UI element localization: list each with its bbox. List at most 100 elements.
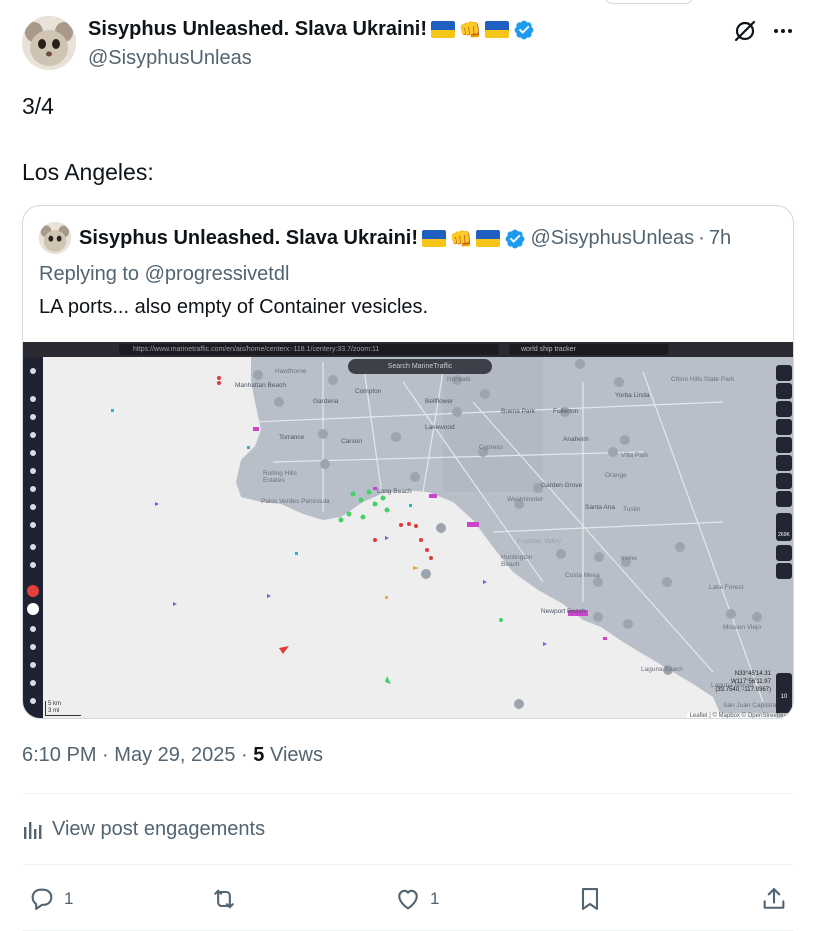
action-bar: 1 1 [22, 882, 794, 916]
post-text-line1: 3/4 [22, 93, 54, 119]
map-control-button [776, 383, 792, 399]
place-label: Newport Beach [541, 608, 586, 615]
more-options-icon[interactable] [770, 18, 796, 44]
meta-separator: · [241, 744, 248, 766]
place-label: Palos Verdes Peninsula [261, 498, 330, 505]
place-label: Westminster [507, 496, 543, 503]
grok-icon[interactable] [732, 18, 758, 44]
author-name[interactable]: Sisyphus Unleashed. Slava Ukraini! [88, 18, 427, 41]
place-label: Cypress [479, 444, 503, 451]
map-control-button [776, 401, 792, 417]
verified-badge-icon [506, 229, 525, 248]
views-label: Views [269, 744, 323, 766]
like-count: 1 [430, 889, 440, 908]
place-label: Santa Ana [585, 504, 615, 511]
top-pill [604, 0, 694, 4]
place-label: Gardena [313, 398, 339, 405]
map-attribution: Leaflet | © Mapbox © OpenStreetMap [686, 713, 793, 718]
coords-lat: N33°45'14.31 [734, 671, 771, 677]
meta-separator: · [102, 744, 109, 766]
place-label: Buena Park [501, 408, 535, 415]
map-control-button [776, 437, 792, 453]
scale-mi: 3 mi [48, 708, 60, 714]
author-handle[interactable]: @SisyphusUnleas [88, 47, 252, 70]
place-label: Long Beach [377, 488, 412, 495]
place-label: Compton [355, 388, 382, 395]
place-label: Bellflower [425, 398, 454, 405]
place-label: Norwalk [447, 376, 471, 383]
map-coordinates: N33°45'14.31 W117°56'11.97 (33.7540, -11… [715, 670, 771, 694]
quote-author-name: Sisyphus Unleashed. Slava Ukraini! [79, 227, 419, 249]
coords-decimal: (33.7540, -117.9367) [715, 687, 771, 693]
view-engagements-label: View post engagements [52, 818, 266, 840]
like-button[interactable]: 1 [394, 882, 439, 916]
bookmark-button[interactable] [576, 882, 604, 916]
views-count: 5 [253, 744, 265, 766]
map-right-toolbar: 269K 10 [773, 357, 793, 718]
map-background [23, 342, 793, 718]
browser-toolbar: https://www.marinetraffic.com/en/ais/hom… [23, 342, 793, 357]
place-label: Garden Grove [541, 482, 583, 489]
share-icon [763, 888, 785, 909]
view-engagements-link[interactable]: View post engagements [22, 818, 265, 841]
bookmark-icon [581, 888, 599, 910]
quote-author-handle: @SisyphusUnleas [530, 227, 695, 249]
place-label: Orange [605, 472, 627, 479]
analytics-icon [24, 821, 42, 839]
place-label: Hawthorne [275, 368, 307, 375]
ukraine-flag-icon [431, 21, 456, 38]
post-time[interactable]: 6:10 PM [22, 744, 96, 766]
quote-text: LA ports... also empty of Container vesi… [39, 296, 429, 318]
place-label: Fullerton [553, 408, 579, 415]
coords-lon: W117°56'11.97 [730, 679, 771, 685]
author-name-row[interactable]: Sisyphus Unleashed. Slava Ukraini! 👊 [88, 18, 535, 41]
replying-prefix: Replying to [39, 263, 140, 285]
place-label: Yorba Linda [615, 392, 650, 399]
verified-badge-icon [515, 20, 534, 39]
place-label: Irvine [621, 555, 637, 562]
place-label: Torrance [279, 434, 305, 441]
reply-icon [31, 888, 53, 910]
quote-author-avatar [39, 222, 71, 254]
repost-icon [214, 889, 234, 909]
ukraine-flag-icon [485, 21, 510, 38]
place-label: Anaheim [563, 436, 589, 443]
reply-button[interactable]: 1 [28, 882, 73, 916]
place-label: Manhattan Beach [235, 382, 286, 389]
browser-search-box: world ship tracker [509, 344, 669, 355]
quote-separator: · [698, 227, 705, 249]
browser-url-bar: https://www.marinetraffic.com/en/ais/hom… [119, 344, 499, 355]
divider [22, 793, 794, 794]
place-label: Fountain Valley [517, 538, 562, 545]
fist-emoji-icon: 👊 [459, 19, 482, 40]
share-button[interactable] [760, 882, 788, 916]
map-zoom-readout: 269K [776, 513, 792, 541]
reply-count: 1 [64, 889, 74, 908]
place-label: Chino Hills State Park [671, 376, 735, 383]
place-label: Rolling Hills Estates [263, 470, 297, 484]
post-date[interactable]: May 29, 2025 [114, 744, 235, 766]
replying-to-handle[interactable]: @progressivetdl [145, 263, 290, 285]
place-label: Huntington Beach [501, 554, 533, 568]
place-label: Laguna Beach [641, 666, 683, 673]
map-control-button [776, 365, 792, 381]
post-text-line2: Los Angeles: [22, 159, 154, 185]
quote-media-map-screenshot[interactable]: https://www.marinetraffic.com/en/ais/hom… [23, 342, 793, 718]
repost-button[interactable] [210, 882, 238, 916]
author-avatar[interactable] [22, 16, 76, 70]
quote-header: Sisyphus Unleashed. Slava Ukraini! 👊 @Si… [79, 227, 731, 250]
heart-icon [398, 889, 418, 910]
quoted-post[interactable]: Sisyphus Unleashed. Slava Ukraini! 👊 @Si… [22, 205, 794, 719]
place-label: Mission Viejo [723, 624, 762, 631]
post-timestamp-row: 6:10 PM · May 29, 2025 · 5 Views [22, 744, 323, 767]
ukraine-flag-icon [422, 230, 447, 247]
scale-km: 5 km [48, 701, 62, 707]
map-control-button [776, 491, 792, 507]
map-search-input: Search MarineTraffic [348, 359, 492, 374]
place-label: Costa Mesa [565, 572, 600, 579]
place-label: Tustin [623, 506, 641, 513]
map-control-button [776, 419, 792, 435]
place-label: Villa Park [621, 452, 649, 459]
place-label: Lakewood [425, 424, 455, 431]
place-label: Lake Forest [709, 584, 744, 591]
